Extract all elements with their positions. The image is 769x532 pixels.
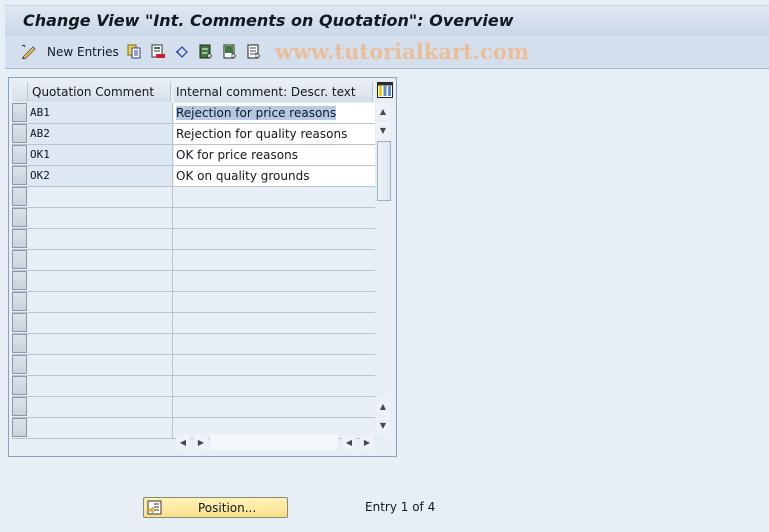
description-text: OK for price reasons	[176, 148, 298, 162]
table-settings-icon[interactable]	[377, 82, 393, 98]
description-cell[interactable]	[174, 313, 375, 333]
quotation-comment-cell[interactable]	[28, 250, 173, 270]
table-row	[12, 271, 375, 292]
table-row	[12, 313, 375, 334]
quotation-comment-cell[interactable]: AB2	[28, 124, 173, 144]
quotation-comment-cell[interactable]: OK1	[28, 145, 173, 165]
description-cell[interactable]	[174, 292, 375, 312]
quotation-comment-cell[interactable]	[28, 229, 173, 249]
position-button[interactable]: Position...	[143, 497, 288, 518]
horizontal-scrollbar-track[interactable]	[210, 434, 338, 450]
description-cell[interactable]	[174, 376, 375, 396]
column-header-descr-text[interactable]: Internal comment: Descr. text	[174, 82, 373, 102]
title-bar: Change View "Int. Comments on Quotation"…	[5, 5, 769, 36]
table-control: Quotation Comment Internal comment: Desc…	[8, 77, 397, 457]
row-select-button[interactable]	[12, 124, 27, 143]
description-text: Rejection for quality reasons	[176, 127, 348, 141]
quotation-comment-cell[interactable]	[28, 397, 173, 417]
table-row	[12, 355, 375, 376]
description-cell[interactable]: OK for price reasons	[174, 145, 375, 165]
row-select-button[interactable]	[12, 355, 27, 374]
description-cell[interactable]	[174, 250, 375, 270]
quotation-comment-cell[interactable]	[28, 271, 173, 291]
table-row: OK2 OK on quality grounds	[12, 166, 375, 187]
row-select-button[interactable]	[12, 313, 27, 332]
table-row: AB2 Rejection for quality reasons	[12, 124, 375, 145]
column-header-quotation-comment[interactable]: Quotation Comment	[28, 82, 171, 102]
description-cell[interactable]: Rejection for price reasons	[174, 103, 375, 123]
scroll-right-button[interactable]: ▶	[360, 434, 374, 450]
copy-icon[interactable]	[127, 44, 141, 59]
scroll-page-down-button[interactable]: ▼	[376, 417, 390, 434]
description-cell[interactable]	[174, 397, 375, 417]
new-entries-label: New Entries	[47, 45, 119, 59]
watermark: www.tutorialkart.com	[275, 39, 529, 64]
table-row	[12, 334, 375, 355]
table-row	[12, 376, 375, 397]
entry-counter: Entry 1 of 4	[365, 500, 436, 514]
quotation-comment-cell[interactable]	[28, 418, 173, 438]
description-text: Rejection for price reasons	[176, 106, 337, 120]
row-select-button[interactable]	[12, 292, 27, 311]
row-select-button[interactable]	[12, 166, 27, 185]
table-row: OK1 OK for price reasons	[12, 145, 375, 166]
description-cell[interactable]: Rejection for quality reasons	[174, 124, 375, 144]
quotation-comment-cell[interactable]	[28, 334, 173, 354]
select-all-rows-button[interactable]	[12, 82, 28, 102]
quotation-comment-cell[interactable]	[28, 376, 173, 396]
description-cell[interactable]: OK on quality grounds	[174, 166, 375, 186]
vertical-scrollbar-thumb[interactable]	[377, 141, 391, 201]
description-cell[interactable]	[174, 271, 375, 291]
table-row	[12, 208, 375, 229]
table-row	[12, 250, 375, 271]
table-row	[12, 229, 375, 250]
quotation-comment-cell[interactable]	[28, 187, 173, 207]
description-text: OK on quality grounds	[176, 169, 310, 183]
row-select-button[interactable]	[12, 271, 27, 290]
edit-pencil-icon[interactable]	[19, 44, 36, 59]
description-cell[interactable]	[174, 355, 375, 375]
row-select-button[interactable]	[12, 250, 27, 269]
row-select-button[interactable]	[12, 187, 27, 206]
table-row	[12, 397, 375, 418]
undo-icon[interactable]	[175, 44, 189, 59]
select-all-icon[interactable]	[199, 44, 213, 59]
application-toolbar: New Entries www.tutorialkart.com	[5, 36, 769, 69]
table-row: AB1 Rejection for price reasons	[12, 103, 375, 124]
position-button-label: Position...	[198, 501, 257, 515]
quotation-comment-cell[interactable]	[28, 355, 173, 375]
quotation-comment-cell[interactable]: OK2	[28, 166, 173, 186]
description-cell[interactable]	[174, 229, 375, 249]
col1-scroll-left-button[interactable]: ◀	[176, 434, 190, 450]
quotation-comment-cell[interactable]	[28, 313, 173, 333]
quotation-comment-cell[interactable]	[28, 292, 173, 312]
scroll-up-button[interactable]: ▲	[376, 103, 390, 120]
page-title: Change View "Int. Comments on Quotation"…	[23, 11, 514, 30]
col1-scroll-right-button[interactable]: ▶	[194, 434, 208, 450]
select-block-icon[interactable]	[223, 44, 237, 59]
scroll-down-button[interactable]: ▼	[376, 122, 390, 139]
row-select-button[interactable]	[12, 208, 27, 227]
row-select-button[interactable]	[12, 334, 27, 353]
row-select-button[interactable]	[12, 145, 27, 164]
quotation-comment-cell[interactable]	[28, 208, 173, 228]
new-entries-button[interactable]: New Entries	[47, 43, 119, 61]
row-select-button[interactable]	[12, 418, 27, 437]
quotation-comment-cell[interactable]: AB1	[28, 103, 173, 123]
scroll-left-button[interactable]: ◀	[342, 434, 356, 450]
description-cell[interactable]	[174, 334, 375, 354]
deselect-all-icon[interactable]	[247, 44, 261, 59]
row-select-button[interactable]	[12, 397, 27, 416]
row-select-button[interactable]	[12, 229, 27, 248]
description-cell[interactable]	[174, 208, 375, 228]
scroll-page-up-button[interactable]: ▲	[376, 398, 390, 415]
delete-icon[interactable]	[151, 44, 165, 59]
description-cell[interactable]	[174, 187, 375, 207]
position-icon	[147, 500, 162, 515]
row-select-button[interactable]	[12, 376, 27, 395]
table-row	[12, 292, 375, 313]
table-row	[12, 187, 375, 208]
row-select-button[interactable]	[12, 103, 27, 122]
